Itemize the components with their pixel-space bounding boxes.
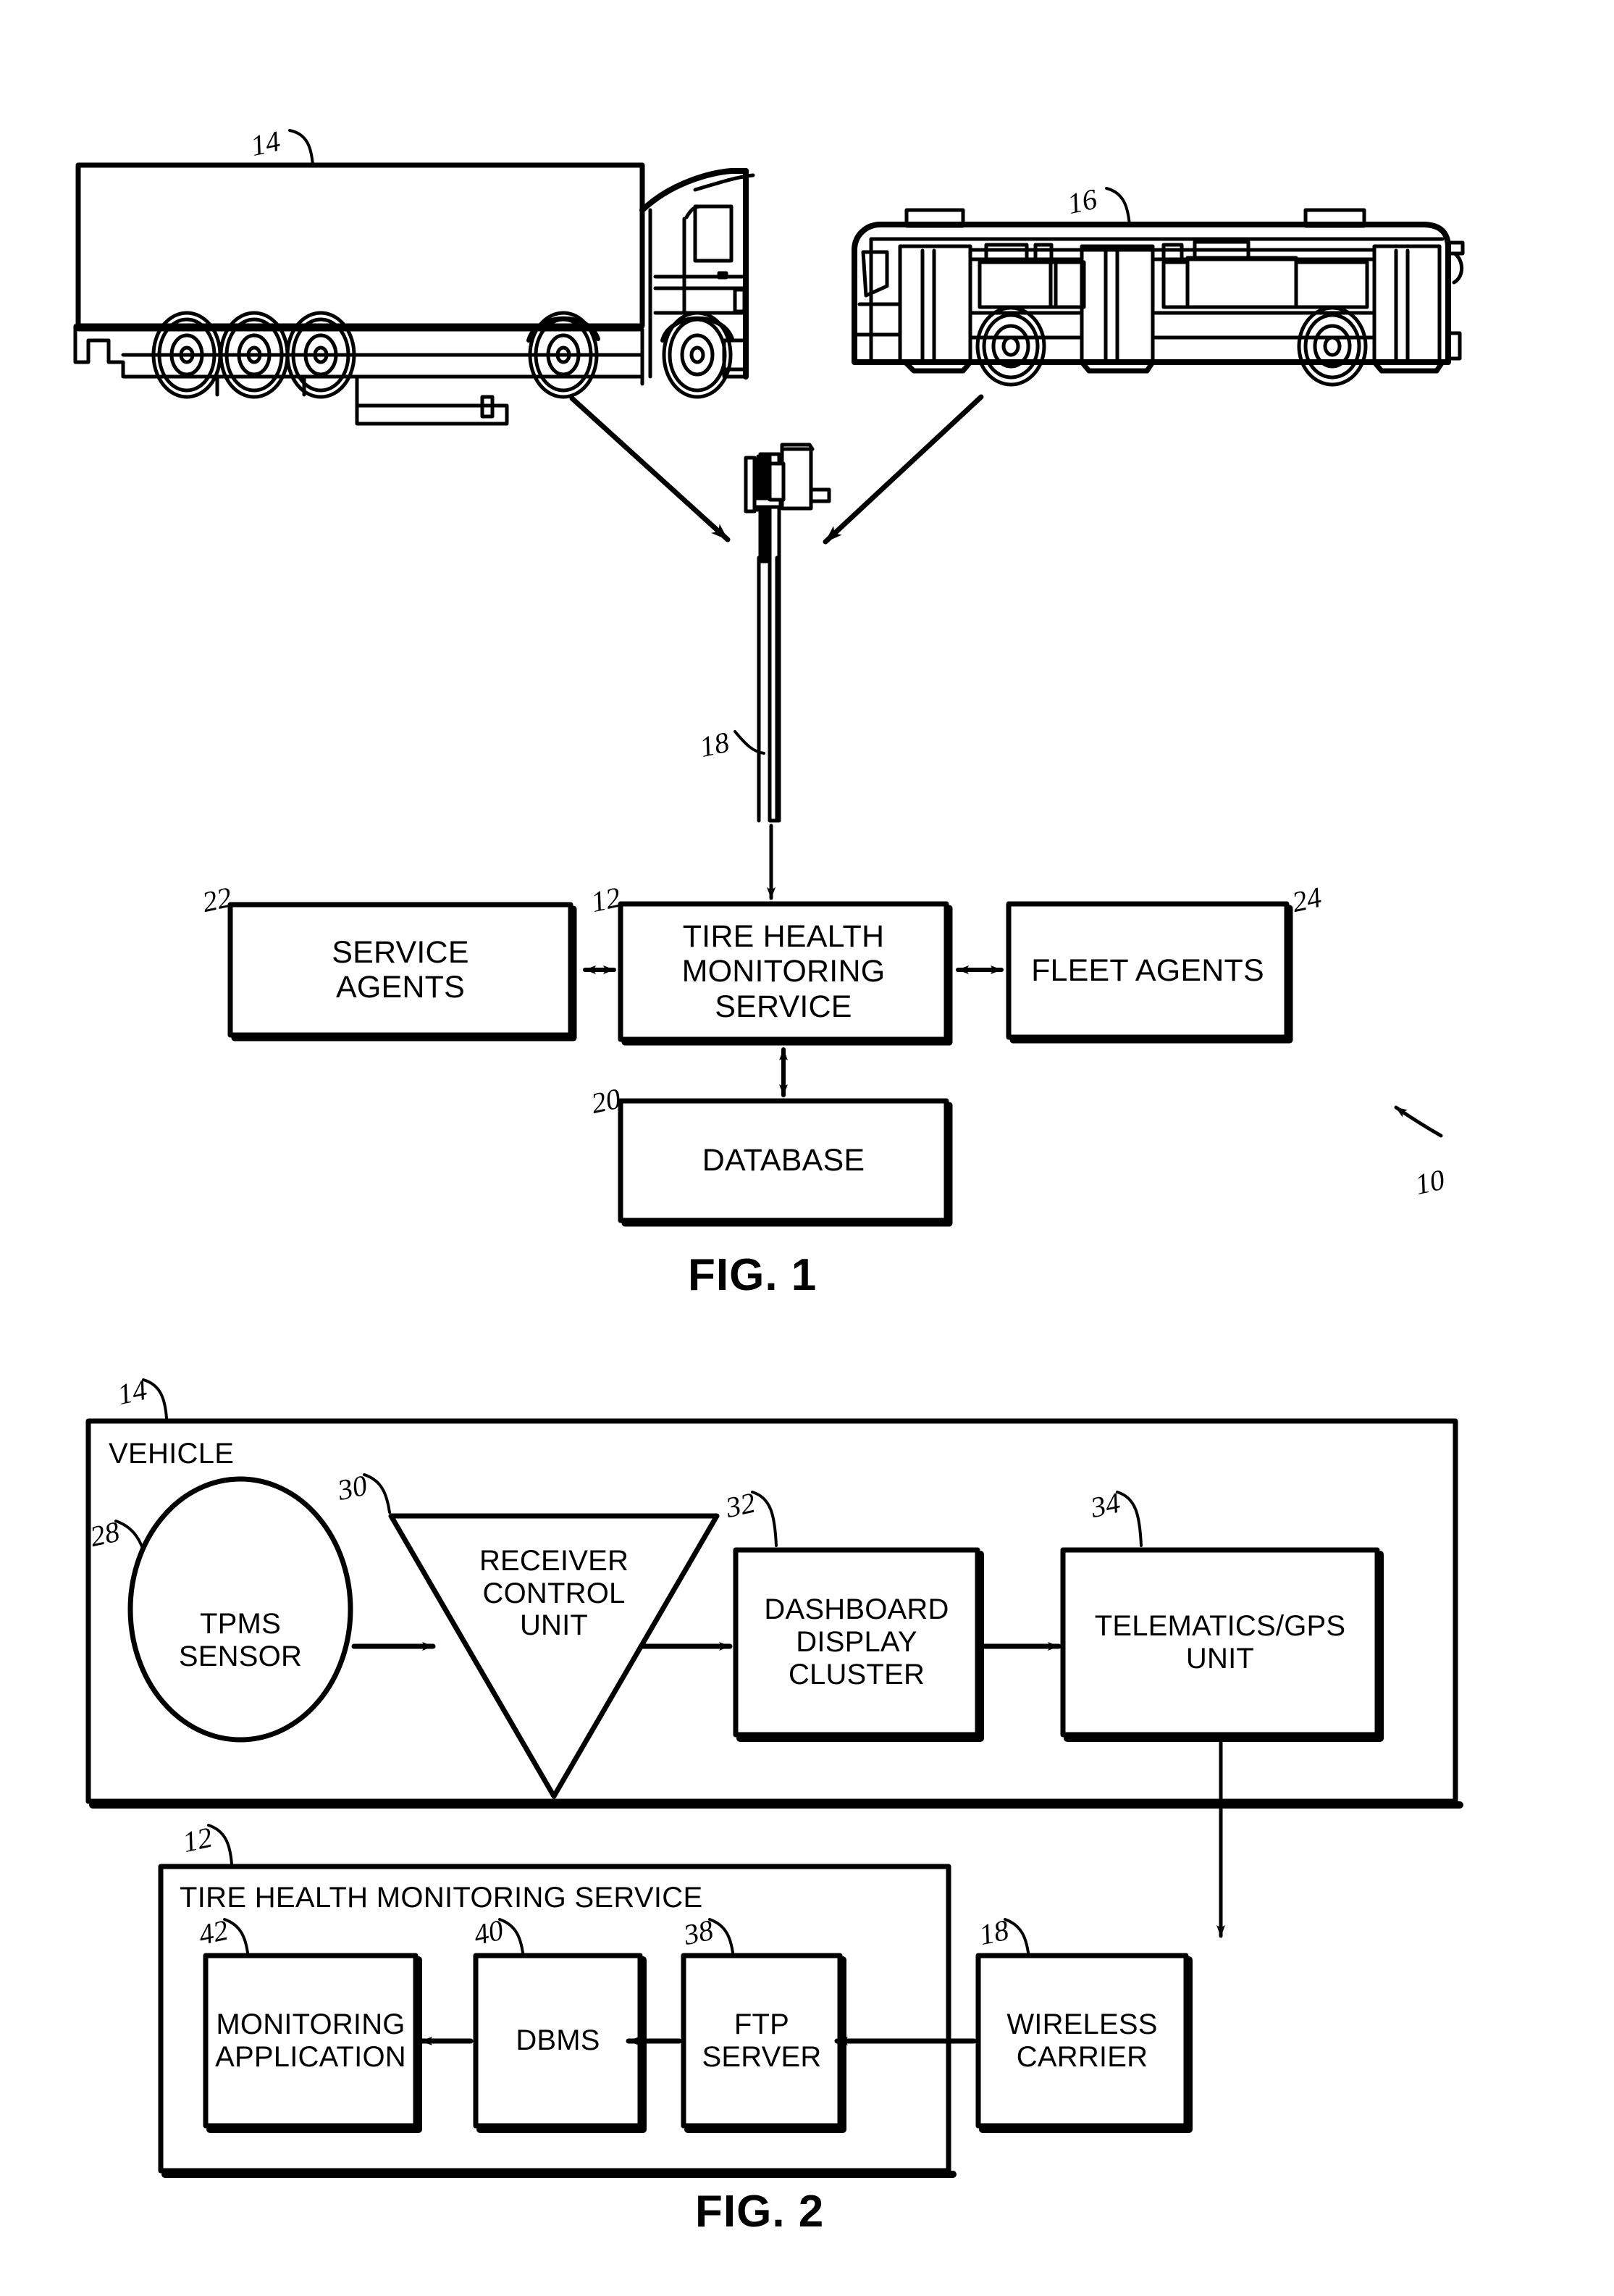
leader-line-bus [1105,187,1131,227]
arrow-bus-to-tower [823,394,984,545]
shape-tpms-sensor [127,1476,353,1743]
box-monitoring-application [203,1953,419,2129]
box-telematics-gps-unit [1060,1547,1380,1738]
box-dashboard-display-cluster [733,1547,980,1738]
leader-line-system [1394,1105,1443,1138]
leader-line-truck [288,129,314,167]
cell-tower-illustration [744,443,831,823]
box-tire-health-monitoring-service [618,901,949,1042]
bus-illustration [852,208,1465,387]
box-database [618,1098,949,1223]
drawing-canvas [73,129,1465,2178]
truck-illustration [73,162,755,426]
box-wireless-carrier [975,1953,1189,2129]
patent-drawing-sheet: 14 16 18 22 12 24 20 10 SERVICE AGENTS T… [0,0,1614,2296]
figure-1-caption: FIG. 1 [688,1250,817,1300]
box-fleet-agents [1006,901,1290,1040]
group-title-tire-health-monitoring-service: TIRE HEALTH MONITORING SERVICE [180,1882,703,1914]
group-title-vehicle: VEHICLE [109,1438,235,1470]
leader-line-vehicle-group [142,1378,168,1420]
box-dbms [473,1953,643,2129]
leader-line-monitoring-app [223,1918,249,1954]
box-ftp-server [681,1953,843,2129]
box-service-agents [227,902,573,1038]
leader-line-ftp [708,1918,734,1954]
leader-line-dbms [498,1918,524,1954]
arrow-truck-to-tower [569,395,731,542]
leader-line-carrier [1004,1918,1030,1954]
figure-2-caption: FIG. 2 [695,2187,825,2237]
leader-line-service-group [207,1824,233,1866]
